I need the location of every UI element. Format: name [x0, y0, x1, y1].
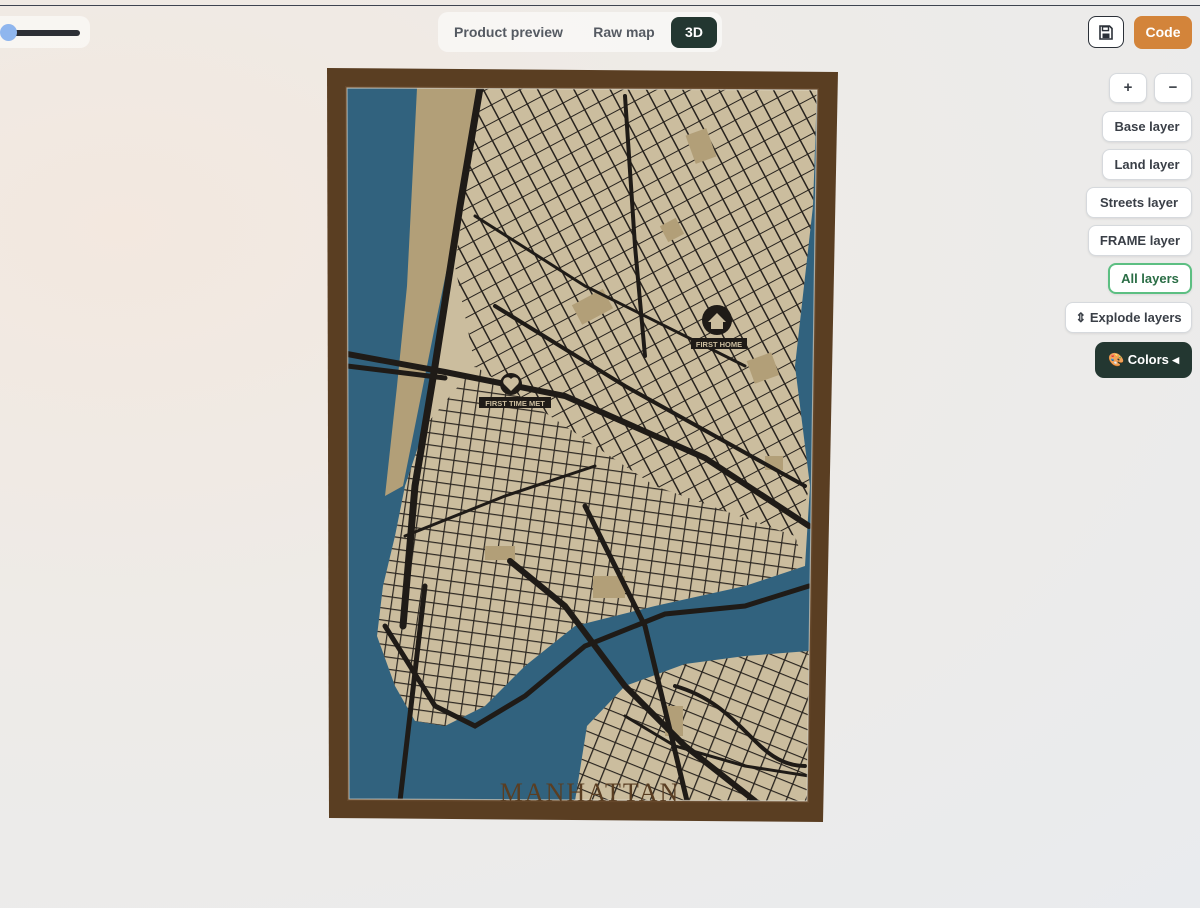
colors-button[interactable]: 🎨 Colors ◂: [1095, 342, 1192, 378]
map-render[interactable]: FIRST HOME FIRST TIME MET MANHATTAN: [325, 66, 840, 826]
base-layer-button[interactable]: Base layer: [1102, 111, 1192, 142]
zoom-in-button[interactable]: +: [1109, 73, 1147, 103]
first-time-met-label: FIRST TIME MET: [485, 399, 545, 408]
streets-layer-button[interactable]: Streets layer: [1086, 187, 1192, 218]
tab-3d[interactable]: 3D: [671, 17, 717, 48]
land-layer-button[interactable]: Land layer: [1102, 149, 1192, 180]
tab-raw-map[interactable]: Raw map: [580, 17, 668, 48]
explode-slider[interactable]: [0, 16, 90, 48]
slider-track[interactable]: [8, 30, 80, 36]
map-title: MANHATTAN: [500, 778, 681, 807]
window-top-border: [0, 5, 1200, 6]
all-layers-button[interactable]: All layers: [1108, 263, 1192, 294]
slider-thumb[interactable]: [0, 24, 17, 41]
save-button[interactable]: [1088, 16, 1124, 48]
tab-product-preview[interactable]: Product preview: [446, 17, 571, 48]
code-button[interactable]: Code: [1134, 16, 1192, 49]
explode-layers-button[interactable]: ⇕ Explode layers: [1065, 302, 1192, 333]
floppy-disk-icon: [1099, 25, 1113, 40]
zoom-out-button[interactable]: −: [1154, 73, 1192, 103]
first-home-label: FIRST HOME: [696, 340, 742, 349]
view-tabs: Product preview Raw map 3D: [438, 12, 722, 52]
map-3d-viewport[interactable]: FIRST HOME FIRST TIME MET MANHATTAN: [325, 66, 840, 826]
frame-layer-button[interactable]: FRAME layer: [1088, 225, 1192, 256]
